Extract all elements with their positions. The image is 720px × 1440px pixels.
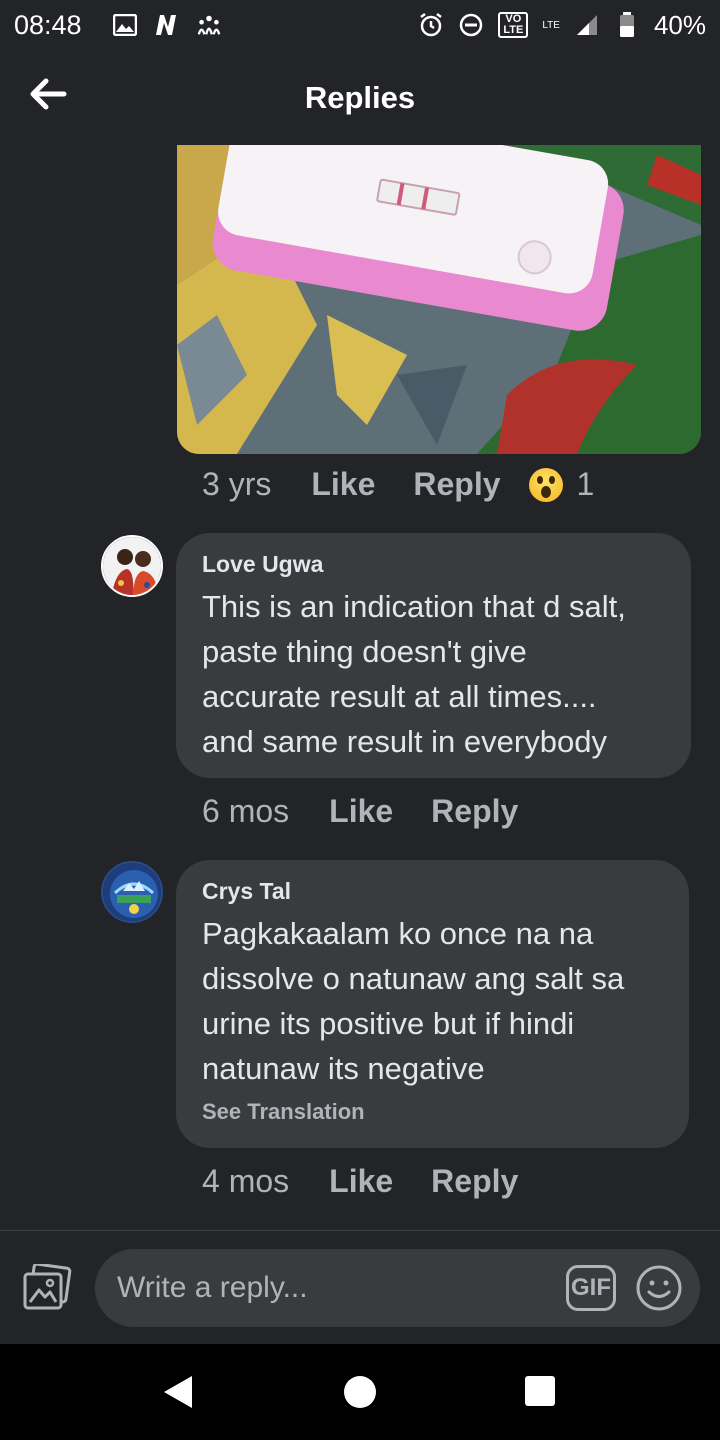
- reaction-summary[interactable]: 1: [528, 466, 595, 503]
- nav-back-icon[interactable]: [160, 1374, 196, 1410]
- comment-time: 3 yrs: [202, 466, 272, 502]
- comment-time: 6 mos: [202, 793, 290, 829]
- alarm-icon: [418, 12, 444, 38]
- reply-button[interactable]: Reply: [413, 466, 500, 503]
- emoji-icon[interactable]: [634, 1263, 684, 1313]
- system-icons: VO LTE LTE 40%: [418, 10, 706, 41]
- status-time: 08:48: [14, 9, 82, 40]
- nav-recents-icon[interactable]: [525, 1376, 555, 1406]
- parent-comment-actions: 3 yrs Like Reply 1: [202, 466, 594, 503]
- volte-badge: VO LTE: [498, 12, 529, 38]
- lte-label: LTE: [542, 19, 560, 31]
- comment-text: Pagkakaalam ko once na na dissolve o nat…: [202, 911, 663, 1091]
- reply-button[interactable]: Reply: [431, 1163, 518, 1200]
- app-header: Replies: [0, 50, 720, 145]
- attached-photo[interactable]: [177, 145, 701, 454]
- comment-actions: 4 mos Like Reply: [202, 1163, 556, 1200]
- back-arrow-icon[interactable]: [28, 76, 68, 112]
- battery-icon: [614, 12, 640, 38]
- gallery-notification-icon: [112, 12, 138, 38]
- comment-actions: 6 mos Like Reply: [202, 793, 556, 830]
- comment-text: This is an indication that d salt, paste…: [202, 584, 665, 764]
- netflix-notification-icon: [154, 12, 180, 38]
- comment-line: accurate result at all times....: [202, 679, 597, 714]
- comment-time: 4 mos: [202, 1163, 290, 1199]
- comment-line: paste thing doesn't give: [202, 634, 527, 669]
- like-button[interactable]: Like: [329, 1163, 393, 1200]
- people-notification-icon: [196, 12, 222, 38]
- comment-author[interactable]: Love Ugwa: [202, 551, 665, 578]
- status-bar: 08:48 VO LTE LTE 40%: [0, 0, 720, 50]
- comment-line: Pagkakaalam ko once na na: [202, 916, 594, 951]
- page-title: Replies: [304, 79, 416, 115]
- comment-line: dissolve o natunaw ang salt sa: [202, 961, 625, 996]
- comment-line: This is an indication that d salt,: [202, 589, 626, 624]
- comment-line: natunaw its negative: [202, 1051, 485, 1086]
- see-translation-link[interactable]: See Translation: [202, 1099, 663, 1125]
- avatar[interactable]: [101, 535, 163, 597]
- signal-icon: [574, 12, 600, 38]
- notification-icons: [112, 12, 222, 38]
- wow-emoji-icon: [528, 467, 563, 502]
- reply-button[interactable]: Reply: [431, 793, 518, 830]
- comment-line: urine its positive but if hindi: [202, 1006, 575, 1041]
- avatar[interactable]: [101, 861, 163, 923]
- reply-placeholder: Write a reply...: [117, 1271, 308, 1304]
- photo-gallery-icon[interactable]: [22, 1262, 72, 1312]
- battery-percent: 40%: [653, 9, 706, 40]
- comment-author[interactable]: Crys Tal: [202, 878, 663, 905]
- comment-line: and same result in everybody: [202, 724, 607, 759]
- like-button[interactable]: Like: [311, 466, 375, 503]
- reply-composer: Write a reply... GIF: [0, 1231, 720, 1344]
- comment-bubble[interactable]: Crys Tal Pagkakaalam ko once na na disso…: [176, 860, 689, 1148]
- like-button[interactable]: Like: [329, 793, 393, 830]
- reply-input[interactable]: Write a reply... GIF: [95, 1249, 700, 1327]
- gif-button[interactable]: GIF: [566, 1265, 616, 1311]
- reaction-count: 1: [576, 466, 595, 502]
- nav-home-icon[interactable]: [344, 1376, 376, 1408]
- do-not-disturb-icon: [458, 12, 484, 38]
- system-nav-bar: [0, 1344, 720, 1440]
- comment-bubble[interactable]: Love Ugwa This is an indication that d s…: [176, 533, 691, 778]
